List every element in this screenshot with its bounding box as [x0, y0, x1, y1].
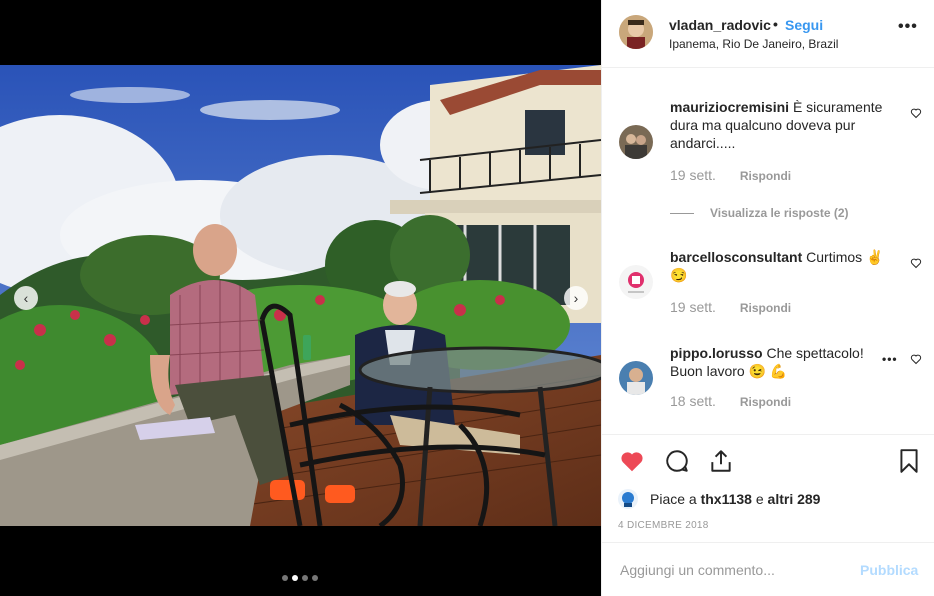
- reply-button[interactable]: Rispondi: [740, 169, 791, 183]
- commenter-avatar[interactable]: [619, 265, 653, 299]
- reply-button[interactable]: Rispondi: [740, 395, 791, 409]
- comment-username[interactable]: mauriziocremisini: [670, 99, 789, 115]
- likes-others[interactable]: altri 289: [768, 491, 821, 507]
- comment-text: mauriziocremisini È sicuramente dura ma …: [670, 98, 900, 152]
- follow-button[interactable]: Segui: [785, 17, 823, 33]
- post-actions: Piace a thx1138 e altri 289 4 DICEMBRE 2…: [602, 434, 934, 542]
- likes-summary: Piace a thx1138 e altri 289: [618, 489, 820, 509]
- view-replies-button[interactable]: Visualizza le risposte (2): [670, 206, 849, 220]
- avatar-image: [618, 489, 638, 509]
- likes-user[interactable]: thx1138: [701, 491, 752, 507]
- avatar-image: [619, 15, 653, 49]
- comments-list[interactable]: mauriziocremisini È sicuramente dura ma …: [602, 69, 934, 434]
- carousel-indicator: [282, 575, 318, 581]
- like-heart-icon[interactable]: [619, 448, 645, 474]
- chevron-right-icon: ›: [573, 290, 579, 306]
- comment-time[interactable]: 18 sett.: [670, 393, 716, 409]
- likes-middle: e: [755, 491, 764, 507]
- like-comment-icon[interactable]: [910, 353, 922, 365]
- post-side-panel: vladan_radovic • Segui Ipanema, Rio De J…: [601, 0, 934, 596]
- carousel-dot: [312, 575, 318, 581]
- comment-username[interactable]: barcellosconsultant: [670, 249, 802, 265]
- likes-prefix: Piace a: [650, 491, 697, 507]
- comment-icon[interactable]: [664, 448, 690, 474]
- commenter-avatar[interactable]: [619, 125, 653, 159]
- comment-options-icon[interactable]: •••: [882, 352, 898, 366]
- liker-avatar[interactable]: [618, 489, 638, 509]
- post-comment-button[interactable]: Pubblica: [860, 562, 918, 578]
- comment-text: pippo.lorusso Che spettacolo! Buon lavor…: [670, 344, 880, 380]
- post-header: vladan_radovic • Segui Ipanema, Rio De J…: [602, 0, 934, 68]
- avatar-image: [619, 265, 653, 299]
- post-photo[interactable]: [0, 65, 601, 526]
- author-avatar[interactable]: [619, 15, 653, 49]
- comment-text: barcellosconsultant Curtimos ✌️ 😏: [670, 248, 900, 284]
- share-icon[interactable]: [708, 448, 734, 474]
- post-location[interactable]: Ipanema, Rio De Janeiro, Brazil: [669, 37, 838, 51]
- photo-image: [0, 65, 601, 526]
- add-comment-bar: Aggiungi un commento... Pubblica: [602, 542, 934, 596]
- carousel-dot: [292, 575, 298, 581]
- instagram-post-view: ‹ › vladan_radovic • Segui Ipanema, Rio …: [0, 0, 934, 596]
- reply-button[interactable]: Rispondi: [740, 301, 791, 315]
- avatar-image: [619, 361, 653, 395]
- bookmark-icon[interactable]: [896, 448, 922, 474]
- view-replies-label: Visualizza le risposte (2): [710, 206, 849, 220]
- replies-divider: [670, 212, 694, 214]
- avatar-image: [619, 125, 653, 159]
- carousel-dot: [282, 575, 288, 581]
- comment-meta: 19 sett. Rispondi: [670, 167, 791, 183]
- previous-photo-button[interactable]: ‹: [14, 286, 38, 310]
- media-panel: ‹ ›: [0, 0, 601, 596]
- comment-time[interactable]: 19 sett.: [670, 167, 716, 183]
- more-options-icon[interactable]: •••: [898, 18, 918, 36]
- like-comment-icon[interactable]: [910, 257, 922, 269]
- chevron-left-icon: ‹: [23, 290, 29, 306]
- comment-time[interactable]: 19 sett.: [670, 299, 716, 315]
- author-username[interactable]: vladan_radovic: [669, 17, 771, 33]
- comment-input[interactable]: Aggiungi un commento...: [620, 562, 775, 578]
- like-comment-icon[interactable]: [910, 107, 922, 119]
- carousel-dot: [302, 575, 308, 581]
- next-photo-button[interactable]: ›: [564, 286, 588, 310]
- header-separator: •: [773, 16, 778, 32]
- comment-meta: 19 sett. Rispondi: [670, 299, 791, 315]
- comment-meta: 18 sett. Rispondi: [670, 393, 791, 409]
- comment-username[interactable]: pippo.lorusso: [670, 345, 763, 361]
- commenter-avatar[interactable]: [619, 361, 653, 395]
- post-date[interactable]: 4 DICEMBRE 2018: [618, 520, 709, 531]
